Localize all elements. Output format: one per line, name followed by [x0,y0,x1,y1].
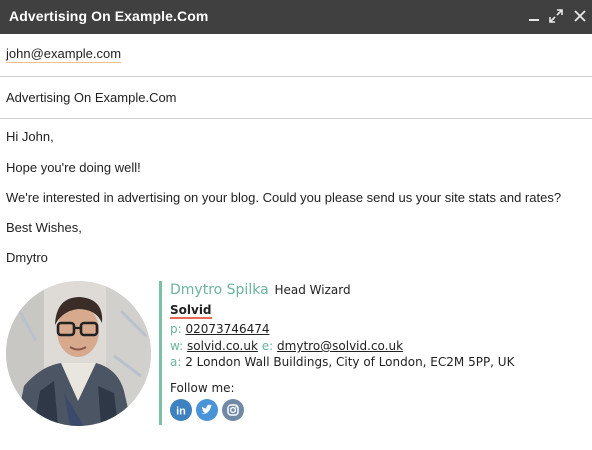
recipients-field[interactable]: john@example.com [0,34,592,77]
message-greeting: Hi John, [6,129,54,144]
minimize-icon[interactable] [526,8,542,24]
phone-link[interactable]: 02073746474 [186,322,270,336]
close-icon[interactable] [572,8,588,24]
signature-name: Dmytro Spilka [170,282,269,298]
signature-header: Dmytro Spilka Head Wizard [170,282,351,298]
signature-address-row: a: 2 London Wall Buildings, City of Lond… [170,355,514,369]
signature-company: Solvid [170,303,212,319]
compose-window: Advertising On Example.Com john@example.… [0,0,592,450]
address-label: a: [170,355,182,369]
email-link[interactable]: dmytro@solvid.co.uk [277,339,403,353]
instagram-icon[interactable] [222,399,244,421]
svg-text:in: in [176,406,186,418]
signature-contact-row: w: solvid.co.uk e: dmytro@solvid.co.uk [170,339,403,353]
signature-divider [159,281,162,425]
signature-company-row: Solvid [170,303,212,319]
message-line: We're interested in advertising on your … [6,190,562,205]
compose-titlebar[interactable]: Advertising On Example.Com [0,0,592,34]
window-title: Advertising On Example.Com [9,8,209,24]
recipient-chip[interactable]: john@example.com [6,46,122,63]
phone-label: p: [170,322,182,336]
follow-label: Follow me: [170,381,235,395]
signature-phone-row: p: 02073746474 [170,322,269,336]
twitter-icon[interactable] [196,399,218,421]
message-line: Hope you're doing well! [6,160,141,175]
subject-input[interactable]: Advertising On Example.Com [6,90,177,105]
expand-icon[interactable] [548,8,564,24]
website-link[interactable]: solvid.co.uk [187,339,258,353]
avatar [6,281,151,426]
message-closing: Best Wishes, [6,220,82,235]
linkedin-icon[interactable]: in [170,399,192,421]
subject-field[interactable]: Advertising On Example.Com [0,77,592,119]
email-label: e: [261,339,274,353]
signature-role: Head Wizard [274,283,351,297]
message-sender: Dmytro [6,250,48,265]
website-label: w: [170,339,184,353]
signature-address: 2 London Wall Buildings, City of London,… [185,355,515,369]
